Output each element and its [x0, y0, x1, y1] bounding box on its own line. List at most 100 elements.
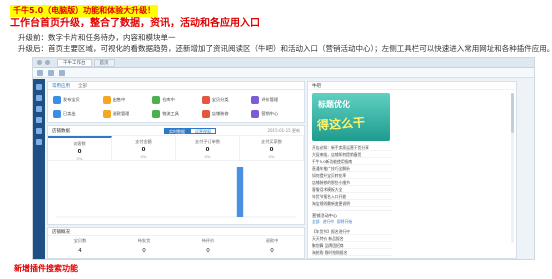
doc-title: 千牛5.0（电脑版）功能和体验大升级！	[10, 5, 159, 17]
news-panel: 牛吧 标题优化 得这么干 开店必知：新手卖家运营干货分享 大促来临，店铺如何提前备…	[307, 81, 517, 259]
detail-panel: 店铺概况 宝贝数 待发货 待评价 退款中 4 0 0 0	[47, 227, 305, 259]
feature-icon	[201, 95, 210, 104]
news-item[interactable]: 大促来临，店铺如何提前备货	[312, 151, 392, 158]
scroll-thumb[interactable]	[511, 93, 514, 133]
feature-item[interactable]: 退款管理	[102, 108, 151, 119]
feature-label: 已卖出	[63, 110, 76, 116]
doc-footer: 新增插件搜索功能	[14, 264, 78, 273]
trend-chart	[48, 161, 304, 223]
promo-tab-ongoing[interactable]: 进行中	[323, 219, 334, 225]
metric-label: 访客数	[73, 141, 86, 146]
feature-icon	[251, 109, 260, 118]
detail-value[interactable]: 0	[176, 248, 240, 254]
doc-subtitle: 工作台首页升级，整合了数据，资讯，活动和各应用入口	[10, 18, 260, 29]
feature-item[interactable]: 宝贝分类	[201, 94, 250, 105]
news-item[interactable]: 如何提升宝贝转化率	[312, 172, 392, 179]
doc-line-before: 升级前：数字卡片和任务待办，内容和模块单一	[18, 33, 176, 42]
plugin-icon[interactable]	[36, 95, 42, 101]
feature-label: 出售中	[112, 96, 126, 102]
feature-label: 营销中心	[261, 110, 279, 116]
news-item[interactable]: 淘宝规则最新变更说明	[312, 200, 392, 207]
settings-icon[interactable]	[59, 69, 65, 76]
feature-icon	[152, 109, 161, 118]
feature-tabs: 常用应用 全部	[48, 82, 304, 90]
feature-item[interactable]: 物流工具	[152, 108, 200, 119]
detail-value[interactable]: 0	[240, 248, 304, 254]
detail-title: 店铺概况	[48, 228, 304, 236]
metric-value: 0	[269, 147, 274, 153]
promo-tab-all[interactable]: 全部	[312, 219, 320, 225]
metric-sub-orders[interactable]: 支付子订单数 0 0%	[176, 136, 240, 160]
feature-icon	[53, 95, 61, 104]
app-tab-home[interactable]: 首页	[93, 58, 115, 67]
promo-item[interactable]: 聚划算 品牌团招商	[312, 242, 392, 249]
feature-icon	[53, 109, 61, 118]
plugin-icon[interactable]	[36, 84, 42, 90]
promo-item[interactable]: 淘抢购 限时抢购报名	[312, 249, 392, 256]
metric-visitors[interactable]: 访客数 0 0%	[48, 136, 112, 161]
feature-item[interactable]: 仓库中	[152, 94, 200, 105]
toggle-operations[interactable]: 运营视窗	[190, 127, 216, 134]
feature-icon	[102, 109, 111, 118]
promo-item[interactable]: 天天特价 新品报名	[312, 235, 392, 242]
news-item[interactable]: 直通车推广技巧全解析	[312, 165, 392, 172]
detail-value[interactable]: 0	[112, 248, 176, 254]
plugin-icon[interactable]	[36, 117, 42, 123]
plugin-icon[interactable]	[36, 139, 42, 145]
left-toolbar	[33, 79, 45, 259]
feature-item[interactable]: 发布宝贝	[53, 94, 101, 105]
metric-value: 0	[77, 149, 82, 155]
app-main: 常用应用 全部 发布宝贝 出售中 仓库中 宝贝分类 评价管理已卖出 退款管理 物流工具 店铺装…	[47, 79, 305, 259]
stats-panel: 店铺数据 实时数据 运营视窗 2015-01-15 更新 访客数 0 0% 支付…	[47, 125, 305, 225]
feature-label: 退款管理	[112, 110, 130, 116]
feature-item[interactable]: 评价管理	[251, 94, 299, 105]
metric-change: 0%	[268, 154, 275, 159]
news-item[interactable]: 客服话术模板大全	[312, 186, 392, 193]
toggle-realtime[interactable]: 实时数据	[164, 127, 190, 134]
feature-icon	[201, 109, 210, 118]
news-item[interactable]: 年货节报名入口开放	[312, 193, 392, 200]
metric-payment-amount[interactable]: 支付金额 0 0%	[112, 136, 176, 160]
news-item[interactable]: 千牛5.0新功能使用指南	[312, 158, 392, 165]
chart-bar[interactable]	[236, 167, 244, 217]
promo-tab-upcoming[interactable]: 即将开始	[337, 219, 352, 225]
detail-value[interactable]: 4	[48, 248, 112, 254]
feature-item[interactable]: 店铺装修	[201, 108, 250, 119]
window-dot-icon[interactable]	[37, 60, 42, 65]
feature-label: 店铺装修	[211, 110, 229, 116]
news-item[interactable]: 店铺装修的那些小细节	[312, 179, 392, 186]
news-banner[interactable]: 标题优化 得这么干	[312, 93, 390, 141]
metric-label: 支付子订单数	[194, 139, 221, 144]
tab-common-apps[interactable]: 常用应用	[52, 83, 70, 89]
feature-item[interactable]: 已卖出	[53, 108, 101, 119]
window-dot-icon[interactable]	[45, 60, 50, 65]
metric-value: 0	[205, 147, 210, 153]
app-tabstrip: 千牛工作台 首页	[57, 58, 115, 67]
detail-label: 待发货	[137, 238, 151, 243]
refresh-icon[interactable]	[48, 69, 54, 76]
feature-label: 评价管理	[261, 96, 279, 102]
stats-header: 店铺数据 实时数据 运营视窗 2015-01-15 更新	[48, 126, 304, 136]
promo-list: 【年货节】报名进行中 天天特价 新品报名 聚划算 品牌团招商 淘抢购 限时抢购报名	[312, 228, 392, 256]
news-header: 牛吧	[308, 82, 516, 90]
app-tab-workbench[interactable]: 千牛工作台	[57, 58, 92, 67]
scrollbar[interactable]	[511, 93, 514, 243]
news-item[interactable]: 开店必知：新手卖家运营干货分享	[312, 144, 392, 151]
app-screenshot: 千牛工作台 首页 常用应用 全部 发布宝贝 出售中 仓库中 宝贝分类 评价管理 已卖出 退款…	[32, 57, 535, 260]
plugin-icon[interactable]	[36, 128, 42, 134]
metric-buyers[interactable]: 支付买家数 0 0%	[240, 136, 304, 160]
detail-label: 退款中	[265, 238, 279, 243]
banner-title: 标题优化	[318, 100, 350, 109]
detail-value-row: 4 0 0 0	[48, 246, 304, 256]
feature-panel: 常用应用 全部 发布宝贝 出售中 仓库中 宝贝分类 评价管理已卖出 退款管理 物流工具 店铺装…	[47, 81, 305, 123]
feature-item[interactable]: 出售中	[102, 94, 151, 105]
metric-label: 支付买家数	[261, 139, 282, 144]
plugin-icon[interactable]	[36, 106, 42, 112]
metric-value: 0	[141, 147, 146, 153]
doc-line-after: 升级后：首页主要区域，可视化的看数据趋势，还新增加了资讯阅读区（牛吧）和活动入口…	[18, 44, 552, 53]
feature-item[interactable]: 营销中心	[251, 108, 299, 119]
home-icon[interactable]	[37, 69, 43, 76]
tab-all-apps[interactable]: 全部	[78, 83, 87, 89]
stats-date: 2015-01-15 更新	[267, 127, 300, 133]
promo-item[interactable]: 【年货节】报名进行中	[312, 228, 392, 235]
